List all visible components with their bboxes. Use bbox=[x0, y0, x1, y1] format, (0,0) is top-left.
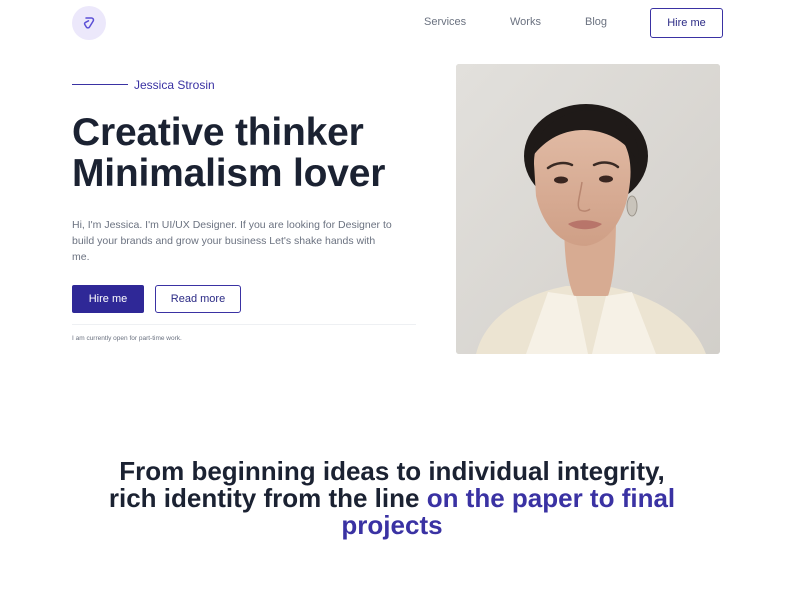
hero-divider bbox=[72, 324, 416, 325]
nav-services[interactable]: Services bbox=[424, 16, 466, 28]
tagline: From beginning ideas to individual integ… bbox=[72, 458, 712, 539]
hero-title-line-2: Minimalism lover bbox=[72, 152, 386, 195]
landing-page: Services Works Blog Hire me Jessica Stro… bbox=[0, 0, 794, 608]
read-more-button[interactable]: Read more bbox=[155, 285, 241, 313]
hire-me-button[interactable]: Hire me bbox=[72, 285, 144, 313]
portrait-illustration bbox=[456, 64, 720, 354]
author-name: Jessica Strosin bbox=[134, 78, 215, 92]
tagline-line-2: rich identity from the line bbox=[108, 483, 427, 513]
logo[interactable] bbox=[72, 6, 106, 40]
hero-title: Creative thinker Minimalism lover bbox=[72, 112, 385, 194]
nav-works[interactable]: Works bbox=[510, 16, 541, 28]
tagline-line-1: From beginning ideas to individual integ… bbox=[119, 456, 665, 486]
drop-leaf-icon bbox=[83, 17, 95, 29]
portrait-image bbox=[456, 64, 720, 354]
hero-title-line-1: Creative thinker bbox=[72, 111, 364, 154]
header-hire-button[interactable]: Hire me bbox=[650, 8, 723, 38]
eyebrow-line bbox=[72, 84, 128, 85]
hero-description: Hi, I'm Jessica. I'm UI/UX Designer. If … bbox=[72, 219, 392, 263]
nav-blog[interactable]: Blog bbox=[585, 16, 607, 28]
availability-note: I am currently open for part-time work. bbox=[72, 335, 182, 342]
